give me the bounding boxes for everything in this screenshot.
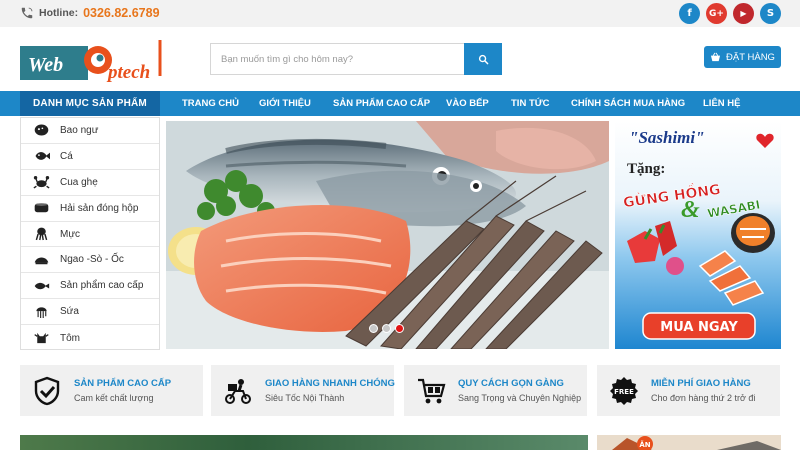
hotline[interactable]: Hotline: 0326.82.6789 bbox=[20, 6, 160, 20]
order-button[interactable]: ĐẶT HÀNG bbox=[704, 46, 781, 68]
nav-item-contact[interactable]: LIÊN HỆ bbox=[703, 91, 740, 116]
feature-subtitle: Siêu Tốc Nội Thành bbox=[265, 393, 345, 403]
nav-item-policy[interactable]: CHÍNH SÁCH MUA HÀNG bbox=[571, 91, 685, 116]
svg-text:FREE: FREE bbox=[614, 388, 634, 396]
feature-subtitle: Cam kết chất lượng bbox=[74, 393, 154, 403]
sidebar-item-label: Cua ghẹ bbox=[60, 176, 98, 188]
svg-text:Tặng:: Tặng: bbox=[627, 161, 665, 177]
feature-subtitle: Sang Trọng và Chuyên Nghiệp bbox=[458, 393, 582, 403]
jellyfish-icon bbox=[36, 306, 47, 318]
feature-title: MIỄN PHÍ GIAO HÀNG bbox=[651, 378, 751, 389]
sidebar-item-abalone[interactable]: Bao ngư bbox=[21, 118, 159, 144]
category-sidebar: Bao ngư Cá Cua ghẹ Hải sản đóng hộp Mực … bbox=[20, 117, 160, 350]
shrimp-icon bbox=[34, 332, 49, 344]
bottom-banner-image: ĂN bbox=[597, 435, 781, 450]
category-menu-title[interactable]: DANH MỤC SẢN PHẨM bbox=[20, 91, 160, 116]
sidebar-item-canned[interactable]: Hải sản đóng hộp bbox=[21, 196, 159, 222]
top-bar: Hotline: 0326.82.6789 f G+ ▶ S bbox=[0, 0, 800, 27]
can-icon bbox=[34, 203, 49, 213]
basket-icon bbox=[710, 52, 721, 62]
sidebar-item-premium[interactable]: Sản phẩm cao cấp bbox=[21, 273, 159, 300]
fish-icon bbox=[35, 152, 50, 161]
abalone-icon bbox=[34, 124, 49, 136]
sidebar-item-label: Sứa bbox=[60, 306, 79, 318]
search-button[interactable] bbox=[464, 43, 502, 75]
slider-dot-2[interactable] bbox=[382, 324, 391, 333]
delivery-motorbike-icon bbox=[225, 378, 251, 404]
logo[interactable]: Web ptech bbox=[20, 38, 172, 82]
clam-icon bbox=[34, 257, 49, 265]
nav-item-home[interactable]: TRANG CHỦ bbox=[182, 91, 239, 116]
skype-icon[interactable]: S bbox=[760, 3, 781, 24]
bottom-banner-left[interactable] bbox=[20, 435, 588, 450]
slider-dot-3[interactable] bbox=[395, 324, 404, 333]
nav-item-about[interactable]: GIỚI THIỆU bbox=[259, 91, 311, 116]
sidebar-item-label: Ngao -Sò - Ốc bbox=[60, 254, 124, 266]
nav-item-news[interactable]: TIN TỨC bbox=[511, 91, 550, 116]
search-bar bbox=[210, 43, 502, 75]
search-input[interactable] bbox=[210, 43, 464, 75]
nav-item-kitchen[interactable]: VÀO BẾP bbox=[446, 91, 489, 116]
hotline-number[interactable]: 0326.82.6789 bbox=[83, 6, 159, 20]
sidebar-item-crab[interactable]: Cua ghẹ bbox=[21, 170, 159, 196]
svg-text:ĂN: ĂN bbox=[639, 440, 650, 449]
seafood-photo bbox=[166, 121, 609, 349]
youtube-icon[interactable]: ▶ bbox=[733, 3, 754, 24]
hero-slider[interactable] bbox=[166, 121, 609, 349]
feature-free-shipping: FREE MIỄN PHÍ GIAO HÀNG Cho đơn hàng thứ… bbox=[597, 365, 780, 416]
svg-text:Web: Web bbox=[28, 54, 63, 76]
sidebar-item-jellyfish[interactable]: Sứa bbox=[21, 299, 159, 326]
cart-icon bbox=[418, 378, 446, 403]
slider-dot-1[interactable] bbox=[369, 324, 378, 333]
feature-title: GIAO HÀNG NHANH CHÓNG bbox=[265, 378, 395, 389]
premium-fish-icon bbox=[34, 282, 50, 289]
svg-text:&: & bbox=[681, 197, 700, 223]
nav-item-premium[interactable]: SẢN PHẨM CAO CẤP bbox=[333, 91, 430, 116]
svg-text:ptech: ptech bbox=[106, 62, 150, 82]
sashimi-promo-image: "Sashimi" Tặng: GỪNG HỒNG & WASABI MUA N… bbox=[615, 121, 781, 349]
feature-packaging: QUY CÁCH GỌN GÀNG Sang Trọng và Chuyên N… bbox=[404, 365, 587, 416]
main-nav: DANH MỤC SẢN PHẨM TRANG CHỦ GIỚI THIỆU S… bbox=[0, 91, 800, 116]
feature-title: SẢN PHẨM CAO CẤP bbox=[74, 378, 172, 389]
promo-banner[interactable]: "Sashimi" Tặng: GỪNG HỒNG & WASABI MUA N… bbox=[615, 121, 781, 349]
sidebar-item-label: Mực bbox=[60, 228, 81, 240]
free-badge-icon: FREE bbox=[610, 376, 638, 405]
sidebar-item-fish[interactable]: Cá bbox=[21, 144, 159, 170]
hotline-label: Hotline: bbox=[39, 7, 79, 19]
feature-title: QUY CÁCH GỌN GÀNG bbox=[458, 378, 564, 389]
facebook-icon[interactable]: f bbox=[679, 3, 700, 24]
feature-premium: SẢN PHẨM CAO CẤP Cam kết chất lượng bbox=[20, 365, 203, 416]
squid-icon bbox=[35, 227, 48, 241]
crab-icon bbox=[33, 176, 50, 189]
feature-subtitle: Cho đơn hàng thứ 2 trở đi bbox=[651, 393, 756, 403]
sidebar-item-label: Hải sản đóng hộp bbox=[60, 202, 139, 214]
google-plus-icon[interactable]: G+ bbox=[706, 3, 727, 24]
search-icon bbox=[478, 54, 488, 64]
sidebar-item-label: Bao ngư bbox=[60, 124, 99, 136]
sidebar-item-label: Tôm bbox=[60, 332, 80, 344]
sidebar-item-squid[interactable]: Mực bbox=[21, 222, 159, 248]
bottom-banner-right[interactable]: ĂN bbox=[597, 435, 781, 450]
sidebar-item-label: Sản phẩm cao cấp bbox=[60, 280, 144, 292]
sidebar-item-clam[interactable]: Ngao -Sò - Ốc bbox=[21, 247, 159, 274]
sidebar-item-shrimp[interactable]: Tôm bbox=[21, 325, 159, 351]
svg-text:"Sashimi": "Sashimi" bbox=[629, 128, 705, 147]
sidebar-item-label: Cá bbox=[60, 150, 73, 162]
shield-check-icon bbox=[34, 376, 60, 405]
phone-icon bbox=[21, 7, 33, 19]
slider-dots bbox=[369, 324, 404, 333]
order-button-label: ĐẶT HÀNG bbox=[726, 51, 775, 63]
buy-now-label: MUA NGAY bbox=[660, 320, 738, 335]
feature-delivery: GIAO HÀNG NHANH CHÓNG Siêu Tốc Nội Thành bbox=[211, 365, 395, 416]
social-links: f G+ ▶ S bbox=[679, 3, 781, 24]
